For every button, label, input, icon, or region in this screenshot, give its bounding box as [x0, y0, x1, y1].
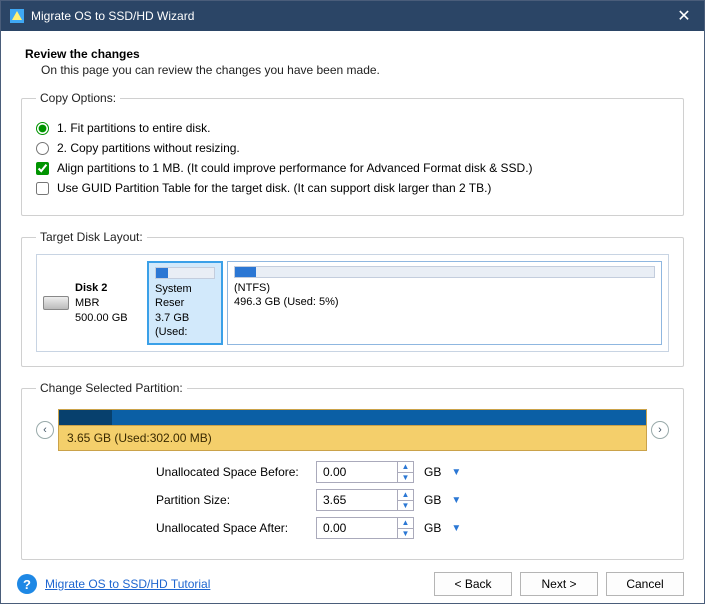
- spin-down-icon[interactable]: ▼: [398, 473, 413, 483]
- unalloc-after-label: Unallocated Space After:: [156, 521, 316, 535]
- wizard-window: Migrate OS to SSD/HD Wizard ✕ Review the…: [0, 0, 705, 604]
- unit-dropdown-icon[interactable]: ▼: [447, 467, 465, 478]
- unalloc-before-stepper[interactable]: ▲▼: [316, 461, 414, 483]
- fit-partitions-label[interactable]: 1. Fit partitions to entire disk.: [57, 121, 210, 135]
- shrink-left-button[interactable]: ‹: [36, 421, 54, 439]
- unit-label: GB: [424, 521, 441, 535]
- tutorial-link[interactable]: Migrate OS to SSD/HD Tutorial: [45, 577, 210, 591]
- target-disk-legend: Target Disk Layout:: [36, 230, 147, 244]
- help-icon[interactable]: ?: [17, 574, 37, 594]
- align-1mb-checkbox[interactable]: [36, 162, 49, 175]
- unalloc-after-stepper[interactable]: ▲▼: [316, 517, 414, 539]
- disk-scheme: MBR: [75, 296, 128, 311]
- change-partition-legend: Change Selected Partition:: [36, 381, 187, 395]
- disk-info: Disk 2 MBR 500.00 GB: [43, 261, 143, 345]
- selected-partition-summary: 3.65 GB (Used:302.00 MB): [59, 426, 646, 450]
- disk-size: 500.00 GB: [75, 311, 128, 326]
- use-gpt-checkbox[interactable]: [36, 182, 49, 195]
- partition-ntfs-main[interactable]: (NTFS) 496.3 GB (Used: 5%): [227, 261, 662, 345]
- cancel-button[interactable]: Cancel: [606, 572, 684, 596]
- unit-dropdown-icon[interactable]: ▼: [447, 523, 465, 534]
- content-area: Review the changes On this page you can …: [1, 31, 704, 565]
- unalloc-before-label: Unallocated Space Before:: [156, 465, 316, 479]
- spin-up-icon[interactable]: ▲: [398, 518, 413, 529]
- unalloc-after-input[interactable]: [317, 518, 397, 538]
- partition-size-stepper[interactable]: ▲▼: [316, 489, 414, 511]
- change-partition-group: Change Selected Partition: ‹ 3.65 GB (Us…: [21, 381, 684, 560]
- fit-partitions-radio[interactable]: [36, 122, 49, 135]
- align-1mb-label[interactable]: Align partitions to 1 MB. (It could impr…: [57, 161, 533, 175]
- spin-up-icon[interactable]: ▲: [398, 490, 413, 501]
- partition-system-reserved[interactable]: System Reser 3.7 GB (Used:: [147, 261, 223, 345]
- partition-size-input[interactable]: [317, 490, 397, 510]
- spin-up-icon[interactable]: ▲: [398, 462, 413, 473]
- unit-label: GB: [424, 493, 441, 507]
- disk-name: Disk 2: [75, 281, 128, 296]
- spin-down-icon[interactable]: ▼: [398, 529, 413, 539]
- window-title: Migrate OS to SSD/HD Wizard: [31, 9, 672, 23]
- spin-down-icon[interactable]: ▼: [398, 501, 413, 511]
- selected-partition-slider[interactable]: 3.65 GB (Used:302.00 MB): [58, 409, 647, 451]
- footer: ? Migrate OS to SSD/HD Tutorial < Back N…: [1, 565, 704, 603]
- use-gpt-label[interactable]: Use GUID Partition Table for the target …: [57, 181, 491, 195]
- unit-dropdown-icon[interactable]: ▼: [447, 495, 465, 506]
- target-disk-row: Disk 2 MBR 500.00 GB System Reser 3.7 GB…: [36, 254, 669, 352]
- app-icon: [9, 8, 25, 24]
- partition-size-line: 3.7 GB (Used:: [155, 311, 215, 340]
- close-icon[interactable]: ✕: [672, 6, 696, 26]
- copy-without-resize-radio[interactable]: [36, 142, 49, 155]
- disk-icon: [43, 296, 69, 310]
- unit-label: GB: [424, 465, 441, 479]
- page-heading: Review the changes: [25, 47, 684, 61]
- partition-size-line: 496.3 GB (Used: 5%): [234, 295, 655, 309]
- target-disk-group: Target Disk Layout: Disk 2 MBR 500.00 GB…: [21, 230, 684, 367]
- partition-label: System Reser: [155, 282, 215, 311]
- copy-options-legend: Copy Options:: [36, 91, 120, 105]
- page-subheading: On this page you can review the changes …: [41, 63, 684, 77]
- grow-right-button[interactable]: ›: [651, 421, 669, 439]
- unalloc-before-input[interactable]: [317, 462, 397, 482]
- partition-size-label: Partition Size:: [156, 493, 316, 507]
- titlebar: Migrate OS to SSD/HD Wizard ✕: [1, 1, 704, 31]
- copy-without-resize-label[interactable]: 2. Copy partitions without resizing.: [57, 141, 240, 155]
- next-button[interactable]: Next >: [520, 572, 598, 596]
- back-button[interactable]: < Back: [434, 572, 512, 596]
- partition-label: (NTFS): [234, 281, 655, 295]
- copy-options-group: Copy Options: 1. Fit partitions to entir…: [21, 91, 684, 216]
